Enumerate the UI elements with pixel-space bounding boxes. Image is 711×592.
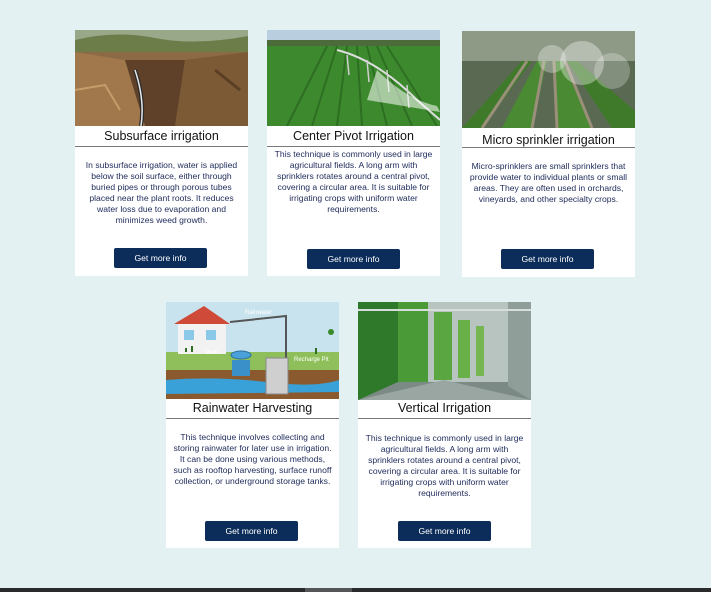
title-divider: [75, 146, 248, 147]
horizontal-scrollbar[interactable]: [0, 588, 711, 592]
card-center-pivot-irrigation: Center Pivot Irrigation This technique i…: [267, 30, 440, 276]
title-divider: [462, 147, 635, 148]
card-vertical-irrigation: Vertical Irrigation This technique is co…: [358, 302, 531, 548]
title-divider: [358, 418, 531, 419]
card-description: This technique is commonly used in large…: [365, 433, 524, 498]
get-more-info-button[interactable]: Get more info: [398, 521, 491, 541]
vertical-irrigation-image: [358, 302, 531, 400]
get-more-info-button[interactable]: Get more info: [307, 249, 400, 269]
card-micro-sprinkler-irrigation: Micro sprinkler irrigation Micro-sprinkl…: [462, 31, 635, 277]
card-title: Subsurface irrigation: [104, 129, 219, 143]
title-divider: [267, 146, 440, 147]
card-description: In subsurface irrigation, water is appli…: [85, 160, 238, 225]
get-more-info-button[interactable]: Get more info: [501, 249, 594, 269]
card-description: This technique is commonly used in large…: [274, 149, 433, 214]
well-diagram-label: Well: [206, 350, 218, 356]
get-more-info-button[interactable]: Get more info: [114, 248, 207, 268]
card-subsurface-irrigation: Subsurface irrigation In subsurface irri…: [75, 30, 248, 276]
rainwater-diagram-label: Rainwater: [245, 310, 273, 316]
get-more-info-button[interactable]: Get more info: [205, 521, 298, 541]
rainwater-harvesting-image: Rainwater Well Recharge Pit: [166, 302, 339, 399]
card-title: Vertical Irrigation: [397, 401, 492, 415]
micro-sprinkler-irrigation-image: [462, 31, 635, 128]
card-rainwater-harvesting: Rainwater Well Recharge Pit Rainwater Ha…: [166, 302, 339, 548]
center-pivot-irrigation-image: [267, 30, 440, 126]
card-title: Micro sprinkler irrigation: [482, 133, 615, 147]
title-divider: [166, 418, 339, 419]
card-description: This technique involves collecting and s…: [173, 432, 332, 486]
recharge-pit-diagram-label: Recharge Pit: [294, 357, 329, 363]
card-title: Rainwater Harvesting: [192, 401, 313, 415]
scrollbar-thumb[interactable]: [305, 588, 352, 592]
card-title: Center Pivot Irrigation: [293, 129, 414, 143]
subsurface-irrigation-image: [75, 30, 248, 126]
card-description: Micro-sprinklers are small sprinklers th…: [469, 161, 628, 204]
